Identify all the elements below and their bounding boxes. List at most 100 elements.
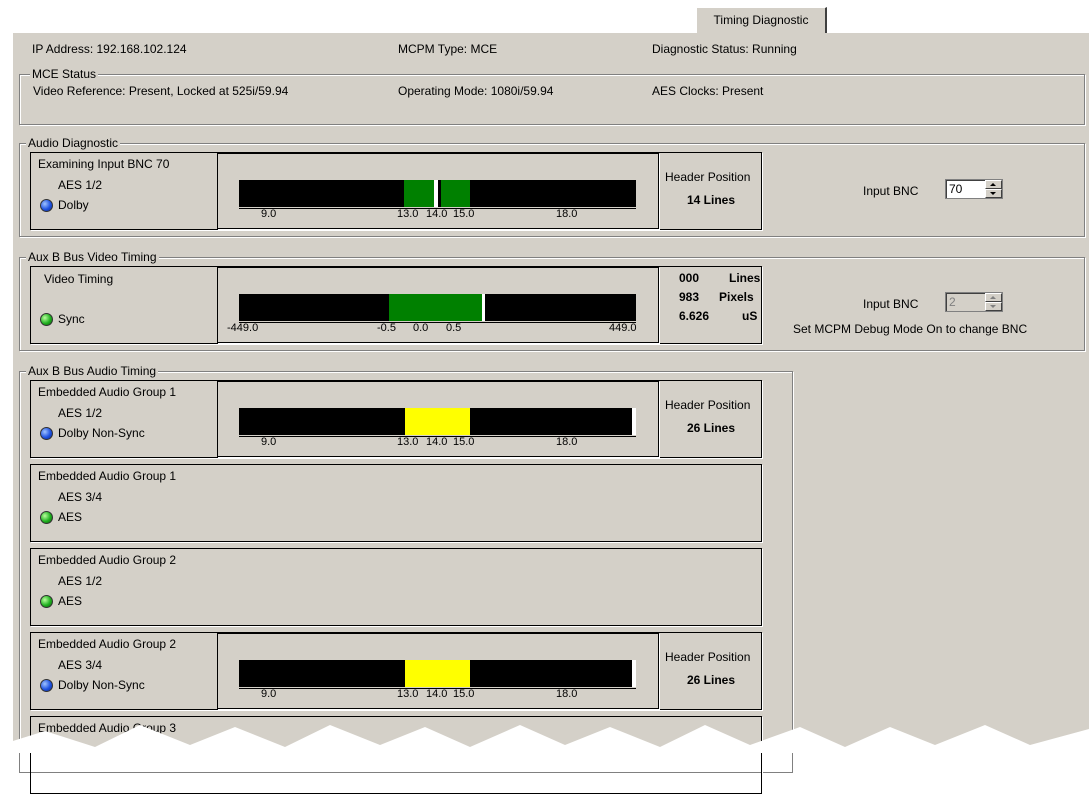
- diagnostic-status-label: Diagnostic Status: Running: [652, 42, 797, 56]
- meter-tick-labels: 9.0 13.0 14.0 15.0 18.0: [239, 688, 636, 700]
- tick-label: 0.0: [413, 322, 429, 334]
- video-input-bnc-label: Input BNC: [863, 297, 919, 311]
- aes-status-led-icon: [40, 511, 53, 524]
- chevron-down-icon: [990, 305, 996, 308]
- sync-status-led-icon: [40, 313, 53, 326]
- video-timing-meter: [239, 294, 636, 321]
- group-status-label: AES: [58, 510, 83, 524]
- group-channel-label: AES 1/2: [58, 574, 103, 588]
- embedded-audio-group-frame: Embedded Audio Group 1 AES 1/2 Dolby Non…: [30, 380, 762, 458]
- dolby-status-led-icon: [40, 199, 53, 212]
- sync-status-label: Sync: [58, 312, 85, 326]
- ip-address-label: IP Address: 192.168.102.124: [32, 42, 187, 56]
- spin-down-button[interactable]: [985, 189, 1002, 198]
- meter-tick-labels: 9.0 13.0 14.0 15.0 18.0: [239, 436, 636, 448]
- timing-diagnostic-panel: IP Address: 192.168.102.124 MCPM Type: M…: [12, 33, 1089, 794]
- video-input-bnc-value: 2: [949, 295, 956, 309]
- video-reference-status: Video Reference: Present, Locked at 525i…: [33, 84, 289, 98]
- examining-input-label: Examining Input BNC 70: [38, 157, 170, 171]
- input-bnc-value[interactable]: 70: [949, 182, 962, 196]
- header-position-label: Header Position: [665, 398, 751, 412]
- input-bnc-label: Input BNC: [863, 184, 919, 198]
- meter-tick-labels: -449.0 -0.5 0.0 0.5 449.0: [227, 322, 647, 334]
- video-input-bnc-spinner[interactable]: 2: [945, 292, 1003, 312]
- meter-segment-green: [389, 294, 482, 321]
- tick-label: -449.0: [227, 322, 259, 334]
- audio-input-bnc-spinner[interactable]: 70: [945, 179, 1003, 199]
- audio-diagnostic-title: Audio Diagnostic: [26, 136, 121, 150]
- tick-label: 15.0: [453, 688, 475, 700]
- meter-segment-yellow: [405, 660, 470, 687]
- group-name-label: Embedded Audio Group 1: [38, 469, 177, 483]
- tick-label: 14.0: [426, 688, 448, 700]
- tick-label: 14.0: [426, 208, 448, 220]
- tick-label: 9.0: [261, 208, 277, 220]
- audio-diagnostic-group: Audio Diagnostic Examining Input BNC 70 …: [19, 136, 1085, 237]
- meter-segment-yellow: [405, 408, 470, 435]
- lines-value: 000: [679, 271, 700, 285]
- video-timing-title: Aux B Bus Video Timing: [26, 250, 159, 264]
- audio-header-meter: [239, 180, 636, 207]
- chevron-down-icon: [990, 192, 996, 195]
- header-position-value: 14 Lines: [687, 193, 736, 207]
- spin-up-button[interactable]: [985, 180, 1002, 189]
- embedded-audio-group-frame: Embedded Audio Group 2 AES 1/2 AES: [30, 548, 762, 626]
- channel-label: AES 1/2: [58, 178, 103, 192]
- audio-header-meter: [239, 408, 636, 435]
- group-name-label: Embedded Audio Group 2: [38, 637, 177, 651]
- meter-marker: [632, 660, 636, 687]
- audio-diagnostic-frame: Examining Input BNC 70 AES 1/2 Dolby 9.0…: [30, 152, 762, 230]
- pixels-unit: Pixels: [719, 290, 754, 304]
- tick-label: 9.0: [261, 436, 277, 448]
- tick-label: 14.0: [426, 436, 448, 448]
- embedded-audio-group-frame: Embedded Audio Group 2 AES 3/4 Dolby Non…: [30, 632, 762, 710]
- tick-label: 13.0: [397, 688, 419, 700]
- header-position-value: 26 Lines: [687, 421, 736, 435]
- header-position-value: 26 Lines: [687, 673, 736, 687]
- chevron-up-icon: [990, 296, 996, 299]
- tick-label: 15.0: [453, 436, 475, 448]
- tick-label: 15.0: [453, 208, 475, 220]
- tick-label: -0.5: [377, 322, 396, 334]
- group-status-label: Dolby Non-Sync: [58, 426, 145, 440]
- lines-unit: Lines: [729, 271, 761, 285]
- group-status-label: AES: [58, 594, 83, 608]
- meter-segment-green: [441, 180, 470, 207]
- meter-tick-labels: 9.0 13.0 14.0 15.0 18.0: [239, 208, 636, 220]
- group-name-label: Embedded Audio Group 1: [38, 385, 177, 399]
- tick-label: 18.0: [556, 208, 578, 220]
- operating-mode-status: Operating Mode: 1080i/59.94: [398, 84, 554, 98]
- tick-label: 0.5: [446, 322, 462, 334]
- mce-status-title: MCE Status: [30, 67, 99, 81]
- video-timing-group: Aux B Bus Video Timing Video Timing Sync…: [19, 250, 1085, 351]
- dolby-status-led-icon: [40, 427, 53, 440]
- microseconds-value: 6.626: [679, 309, 710, 323]
- tick-label: 18.0: [556, 688, 578, 700]
- spin-up-button[interactable]: [985, 293, 1002, 302]
- tick-label: 18.0: [556, 436, 578, 448]
- tab-timing-diagnostic[interactable]: Timing Diagnostic: [696, 7, 827, 33]
- meter-marker: [632, 408, 636, 435]
- chevron-up-icon: [990, 183, 996, 186]
- debug-mode-note: Set MCPM Debug Mode On to change BNC: [793, 322, 1028, 336]
- group-channel-label: AES 3/4: [58, 490, 103, 504]
- meter-marker: [482, 294, 485, 321]
- video-timing-label: Video Timing: [44, 272, 114, 286]
- status-label: Dolby: [58, 198, 89, 212]
- mce-status-group: MCE Status Video Reference: Present, Loc…: [19, 67, 1085, 125]
- tick-label: 13.0: [397, 436, 419, 448]
- audio-header-meter: [239, 660, 636, 687]
- tick-label: 449.0: [609, 322, 637, 334]
- meter-segment-green: [404, 180, 434, 207]
- audio-timing-group: Aux B Bus Audio Timing Embedded Audio Gr…: [19, 364, 793, 794]
- header-position-label: Header Position: [665, 170, 751, 184]
- mcpm-type-label: MCPM Type: MCE: [398, 42, 498, 56]
- dolby-status-led-icon: [40, 679, 53, 692]
- audio-timing-title: Aux B Bus Audio Timing: [26, 364, 159, 378]
- torn-edge: [0, 725, 1089, 753]
- microseconds-unit: uS: [742, 309, 758, 323]
- spin-down-button[interactable]: [985, 302, 1002, 311]
- pixels-value: 983: [679, 290, 700, 304]
- embedded-audio-group-frame: Embedded Audio Group 1 AES 3/4 AES: [30, 464, 762, 542]
- group-channel-label: AES 1/2: [58, 406, 103, 420]
